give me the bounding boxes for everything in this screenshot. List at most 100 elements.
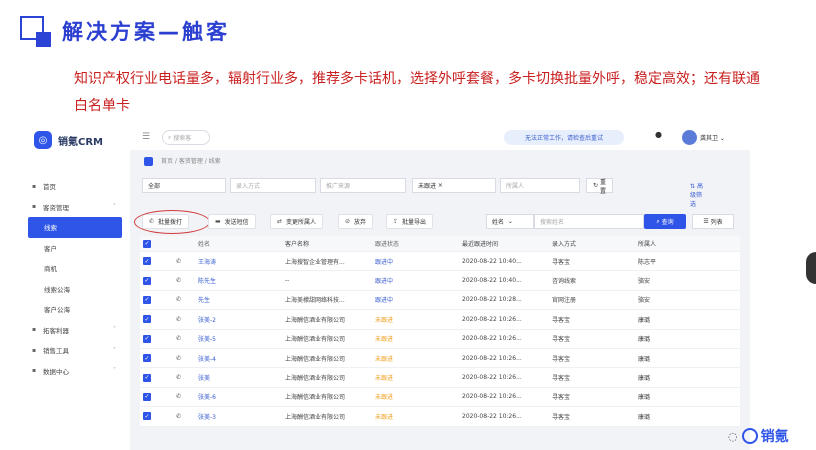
last-follow-time: 2020-08-22 10:28... — [462, 296, 522, 304]
promo-select[interactable]: 推广来源 — [320, 178, 406, 193]
row-checkbox[interactable]: ✓ — [143, 271, 151, 289]
sidebar-item-label: 线索 — [44, 224, 57, 233]
column-header[interactable]: 跟进状态 — [375, 236, 399, 251]
lead-name-link[interactable]: 张美-3 — [198, 407, 216, 425]
phone-icon[interactable]: ✆ — [176, 368, 181, 386]
sidebar-item[interactable]: 商机 — [20, 258, 130, 279]
sidebar-item[interactable]: ▪ 拓客利器 ˅ — [20, 320, 130, 341]
bell-icon[interactable]: ● — [655, 130, 662, 139]
phone-icon[interactable]: ✆ — [176, 407, 181, 425]
sidebar-item[interactable]: 客户公海 — [20, 299, 130, 320]
row-checkbox[interactable]: ✓ — [143, 407, 151, 425]
sidebar-item[interactable]: 客户 — [20, 238, 130, 259]
watermark: ◌ 销氪 — [728, 428, 789, 445]
status-select[interactable]: 未跟进 × — [412, 178, 496, 193]
phone-icon[interactable]: ✆ — [176, 388, 181, 406]
list-icon: ☰ — [703, 218, 711, 225]
side-pull-tab[interactable] — [806, 252, 816, 284]
chevron-down-icon: ˅ — [113, 326, 116, 334]
lead-name-link[interactable]: 张美-6 — [198, 388, 216, 406]
row-checkbox[interactable]: ✓ — [143, 291, 151, 309]
brand[interactable]: ◎ 销氪CRM — [20, 126, 130, 154]
table-row[interactable]: ✓ ✆ 先生 上海美檬甜网络科技... 跟进中 2020-08-22 10:28... 官网… — [140, 290, 740, 311]
row-checkbox[interactable]: ✓ — [143, 252, 151, 270]
name-field-select[interactable]: 姓名 ⌄ — [486, 214, 534, 229]
status-badge: 未跟进 — [375, 336, 394, 344]
lead-name-link[interactable]: 陈先生 — [198, 271, 216, 289]
lead-name-link[interactable]: 张美-4 — [198, 349, 216, 367]
lead-name-link[interactable]: 先生 — [198, 291, 210, 309]
owner-name: 康璐 — [638, 375, 651, 383]
export-button[interactable]: ⇪ 批量导出 — [386, 214, 434, 229]
user-name[interactable]: 龚其卫 ⌄ — [700, 133, 725, 142]
phone-icon[interactable]: ✆ — [176, 252, 181, 270]
table-row[interactable]: ✓ ✆ 张美 上海酬信酒业有限公司 未跟进 2020-08-22 10:26... 寻客宝 康… — [140, 368, 740, 388]
sidebar-item-label: 商机 — [44, 265, 57, 274]
avatar[interactable] — [682, 130, 697, 145]
table-row[interactable]: ✓ ✆ 王海涛 上海搜智企业管理有... 跟进中 2020-08-22 10:40... 寻… — [140, 252, 740, 272]
table-row[interactable]: ✓ ✆ 陈先生 -- 跟进中 2020-08-22 10:40... 咨询线索 骆安 — [140, 271, 740, 291]
export-icon: ⇪ — [393, 218, 399, 225]
scope-select[interactable]: 全部 — [142, 178, 226, 193]
row-checkbox[interactable]: ✓ — [143, 388, 151, 406]
sidebar-item[interactable]: ▪ 客资管理 ˄ — [20, 197, 130, 218]
table-row[interactable]: ✓ ✆ 张美-5 上海酬信酒业有限公司 未跟进 2020-08-22 10:26... 寻客… — [140, 329, 740, 349]
entry-source: 寻客宝 — [552, 394, 571, 402]
reset-button[interactable]: ↻ 重置 — [586, 178, 613, 195]
status-badge: 未跟进 — [375, 413, 394, 421]
column-header[interactable]: 姓名 — [198, 236, 210, 251]
sidebar-item-label: 线索公海 — [44, 285, 70, 294]
phone-icon[interactable]: ✆ — [176, 310, 181, 328]
send-sms-button[interactable]: ▬ 发送短信 — [208, 214, 256, 229]
chevron-down-icon: ˅ — [113, 367, 116, 375]
name-search-input[interactable]: 搜索姓名 — [534, 214, 644, 229]
phone-icon[interactable]: ✆ — [176, 271, 181, 289]
notice-banner[interactable]: 无法正常工作，请检查后重试 — [504, 130, 624, 145]
company-name: 上海酬信酒业有限公司 — [285, 336, 346, 344]
row-checkbox[interactable]: ✓ — [143, 349, 151, 367]
row-checkbox[interactable]: ✓ — [143, 330, 151, 348]
row-checkbox[interactable]: ✓ — [143, 310, 151, 328]
sidebar-item[interactable]: ▪ 数据中心 ˅ — [20, 361, 130, 382]
sidebar-item[interactable]: ▪ 销售工具 ˅ — [20, 340, 130, 361]
table-row[interactable]: ✓ ✆ 张美-3 上海酬信酒业有限公司 未跟进 2020-08-22 10:26... 寻客… — [140, 407, 740, 427]
select-all-checkbox[interactable]: ✓ — [143, 236, 151, 251]
owner-select[interactable]: 所属人 — [500, 178, 580, 193]
lead-name-link[interactable]: 张美-2 — [198, 310, 216, 328]
query-button[interactable]: ⌕ 查询 — [644, 214, 686, 229]
lead-name-link[interactable]: 张美 — [198, 368, 210, 386]
sidebar-item[interactable]: 线索 — [28, 217, 122, 238]
list-view-button[interactable]: ☰ 列表 — [692, 214, 734, 229]
company-name: 上海酬信酒业有限公司 — [285, 316, 346, 324]
sidebar-item[interactable]: 线索公海 — [20, 279, 130, 300]
phone-icon[interactable]: ✆ — [176, 330, 181, 348]
status-badge: 未跟进 — [375, 375, 394, 383]
table-row[interactable]: ✓ ✆ 张美-4 上海酬信酒业有限公司 未跟进 2020-08-22 10:26... 寻客… — [140, 348, 740, 369]
phone-icon[interactable]: ✆ — [176, 291, 181, 309]
column-header[interactable]: 客户名称 — [285, 236, 363, 251]
change-owner-button[interactable]: ⇄ 变更所属人 — [270, 214, 324, 229]
sidebar-item[interactable]: ▪ 首页 — [20, 176, 130, 197]
grid-icon: ▪ — [32, 326, 37, 334]
global-search-input[interactable]: ⌕ 搜索客 — [162, 130, 210, 145]
lead-name-link[interactable]: 王海涛 — [198, 252, 216, 270]
advanced-filter-link[interactable]: ⇅ 高级筛选 — [690, 181, 703, 208]
lead-name-link[interactable]: 张美-5 — [198, 330, 216, 348]
row-checkbox[interactable]: ✓ — [143, 368, 151, 386]
breadcrumb: 首页 / 客资管理 / 线索 — [144, 156, 221, 166]
column-header[interactable]: 录入方式 — [552, 236, 576, 251]
slide-title: 解决方案—触客 — [62, 20, 230, 44]
table-row[interactable]: ✓ ✆ 张美-6 上海酬信酒业有限公司 未跟进 2020-08-22 10:26... 寻客… — [140, 387, 740, 408]
column-header[interactable]: 所属人 — [638, 236, 656, 251]
sidebar-item-label: 客户公海 — [44, 306, 70, 315]
column-header[interactable]: 最近跟进时间 — [462, 236, 498, 251]
status-badge: 跟进中 — [375, 297, 394, 305]
menu-square-icon[interactable] — [144, 157, 153, 166]
phone-icon[interactable]: ✆ — [176, 349, 181, 367]
source-select[interactable]: 录入方式 — [230, 178, 316, 193]
entry-source: 寻客宝 — [552, 258, 571, 266]
menu-toggle-icon[interactable]: ☰ — [142, 132, 150, 142]
table-row[interactable]: ✓ ✆ 张美-2 上海酬信酒业有限公司 未跟进 2020-08-22 10:26... 寻客… — [140, 310, 740, 330]
last-follow-time: 2020-08-22 10:26... — [462, 315, 522, 323]
abandon-button[interactable]: ⊘ 放弃 — [338, 214, 374, 229]
